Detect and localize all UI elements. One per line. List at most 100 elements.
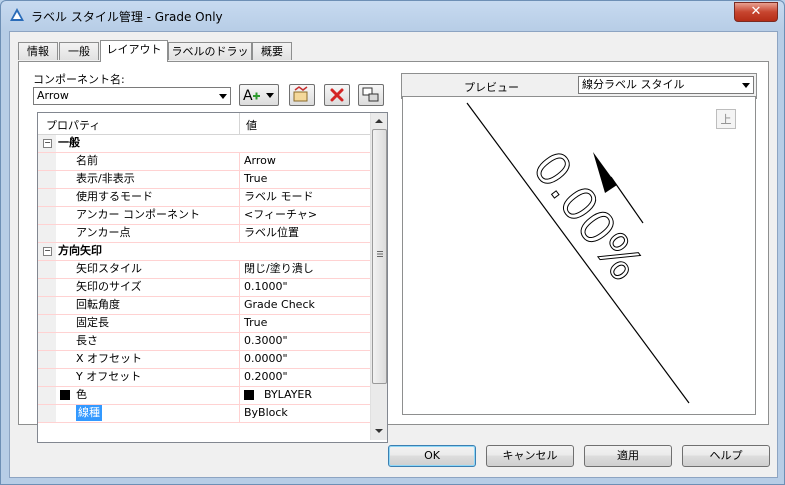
property-row[interactable]: 使用するモード ラベル モード (38, 189, 370, 207)
property-value[interactable]: 0.2000" (244, 369, 288, 385)
property-row[interactable]: 長さ 0.3000" (38, 333, 370, 351)
create-component-button[interactable]: A (239, 84, 279, 106)
apply-button[interactable]: 適用 (584, 445, 672, 467)
property-name: X オフセット (76, 352, 143, 365)
ok-button[interactable]: OK (388, 445, 476, 467)
property-value[interactable]: ラベル モード (244, 189, 314, 205)
tab-info[interactable]: 情報 (18, 42, 58, 60)
property-name: 表示/非表示 (76, 172, 135, 185)
property-row[interactable]: アンカー点 ラベル位置 (38, 225, 370, 243)
property-row[interactable]: X オフセット 0.0000" (38, 351, 370, 369)
row-gutter (38, 171, 56, 188)
layout-panel: コンポーネント名: Arrow A プロパティ 値 − 一般 名前 Arrow … (18, 61, 769, 443)
property-row[interactable]: 名前 Arrow (38, 153, 370, 171)
grip-icon (377, 251, 383, 257)
row-gutter (38, 279, 56, 296)
property-name: 色 (76, 388, 87, 401)
property-name: 固定長 (76, 316, 109, 329)
component-name-dropdown[interactable]: Arrow (33, 87, 231, 105)
property-value[interactable]: True (244, 315, 267, 331)
preview-label: プレビュー (464, 81, 519, 94)
property-row[interactable]: 矢印スタイル 閉じ/塗り潰し (38, 261, 370, 279)
row-gutter (38, 153, 56, 170)
property-value[interactable]: Arrow (244, 153, 276, 169)
chevron-down-icon (219, 94, 227, 99)
preview-canvas[interactable]: 0.00% 上 (402, 96, 756, 415)
property-name: 長さ (76, 334, 98, 347)
copy-component-icon (293, 86, 308, 102)
property-grid: プロパティ 値 − 一般 名前 Arrow 表示/非表示 True 使用するモード ラベル モ… (37, 112, 388, 443)
property-name: 回転角度 (76, 298, 120, 311)
row-gutter (38, 297, 56, 314)
delete-component-button[interactable] (324, 84, 350, 106)
color-swatch-icon (60, 390, 70, 400)
title-bar[interactable]: ラベル スタイル管理 - Grade Only ✕ (1, 1, 784, 31)
close-button[interactable]: ✕ (734, 2, 778, 22)
property-value[interactable]: 閉じ/塗り潰し (244, 261, 314, 277)
property-name: 一般 (58, 136, 80, 149)
property-name: 矢印のサイズ (76, 280, 142, 293)
property-row[interactable]: 矢印のサイズ 0.1000" (38, 279, 370, 297)
property-name: 矢印スタイル (76, 262, 142, 275)
preview-drawing: 0.00% (466, 102, 690, 404)
tab-label-drag[interactable]: ラベルのドラッグ (168, 42, 252, 76)
header-property: プロパティ (46, 119, 101, 132)
dialog-window: ラベル スタイル管理 - Grade Only ✕ 情報 一般 レイアウト ラベ… (0, 0, 785, 485)
row-gutter (38, 405, 56, 422)
row-gutter (38, 315, 56, 332)
window-title: ラベル スタイル管理 - Grade Only (31, 10, 223, 24)
add-text-component-icon: A (243, 88, 274, 104)
property-row[interactable]: 回転角度 Grade Check (38, 297, 370, 315)
property-value[interactable]: Grade Check (244, 297, 315, 313)
scrollbar-thumb[interactable] (372, 129, 387, 384)
property-value[interactable]: True (244, 171, 267, 187)
vertical-scrollbar[interactable] (370, 113, 387, 440)
dialog-client: 情報 一般 レイアウト ラベルのドラッグ 概要 コンポーネント名: Arrow … (9, 31, 778, 478)
component-name-label: コンポーネント名: (33, 73, 125, 86)
property-category-row[interactable]: − 一般 (38, 135, 370, 153)
draw-order-button[interactable] (358, 84, 384, 106)
scroll-up-icon[interactable] (374, 117, 384, 125)
cancel-button[interactable]: キャンセル (486, 445, 574, 467)
delete-icon (330, 88, 344, 102)
collapse-icon[interactable]: − (43, 139, 52, 148)
property-category-row[interactable]: − 方向矢印 (38, 243, 370, 261)
property-value[interactable]: 0.3000" (244, 333, 288, 349)
component-name-value: Arrow (37, 89, 69, 102)
property-name: 線種 (76, 405, 102, 421)
property-value[interactable]: <フィーチャ> (244, 207, 317, 223)
tab-summary[interactable]: 概要 (252, 42, 292, 60)
row-gutter (38, 369, 56, 386)
row-gutter (38, 225, 56, 242)
row-gutter (38, 333, 56, 350)
property-name: 方向矢印 (58, 244, 102, 257)
top-view-button[interactable]: 上 (716, 109, 736, 129)
header-value: 値 (246, 119, 257, 132)
property-value[interactable]: 0.0000" (244, 351, 288, 367)
preview-style-value: 線分ラベル スタイル (582, 78, 685, 91)
property-value[interactable]: 0.1000" (244, 279, 288, 295)
preview-style-dropdown[interactable]: 線分ラベル スタイル (578, 76, 754, 94)
row-gutter (38, 351, 56, 368)
property-row[interactable]: 色 BYLAYER (38, 387, 370, 405)
property-row[interactable]: 表示/非表示 True (38, 171, 370, 189)
property-value[interactable]: ByBlock (244, 405, 288, 421)
chevron-down-icon (742, 83, 750, 88)
copy-component-button[interactable] (289, 84, 315, 106)
property-value[interactable]: ラベル位置 (244, 225, 299, 241)
property-row[interactable]: 線種 ByBlock (38, 405, 370, 423)
property-name: アンカー点 (76, 226, 131, 239)
property-name: Y オフセット (76, 370, 142, 383)
property-row[interactable]: 固定長 True (38, 315, 370, 333)
help-button[interactable]: ヘルプ (682, 445, 770, 467)
property-value[interactable]: BYLAYER (264, 387, 312, 403)
property-row[interactable]: Y オフセット 0.2000" (38, 369, 370, 387)
scroll-down-icon[interactable] (374, 427, 384, 435)
property-row[interactable]: アンカー コンポーネント <フィーチャ> (38, 207, 370, 225)
tab-layout[interactable]: レイアウト (100, 40, 168, 62)
collapse-icon[interactable]: − (43, 247, 52, 256)
property-grid-header: プロパティ 値 (38, 113, 370, 135)
row-gutter (38, 387, 56, 404)
tab-general[interactable]: 一般 (59, 42, 99, 60)
row-gutter (38, 261, 56, 278)
